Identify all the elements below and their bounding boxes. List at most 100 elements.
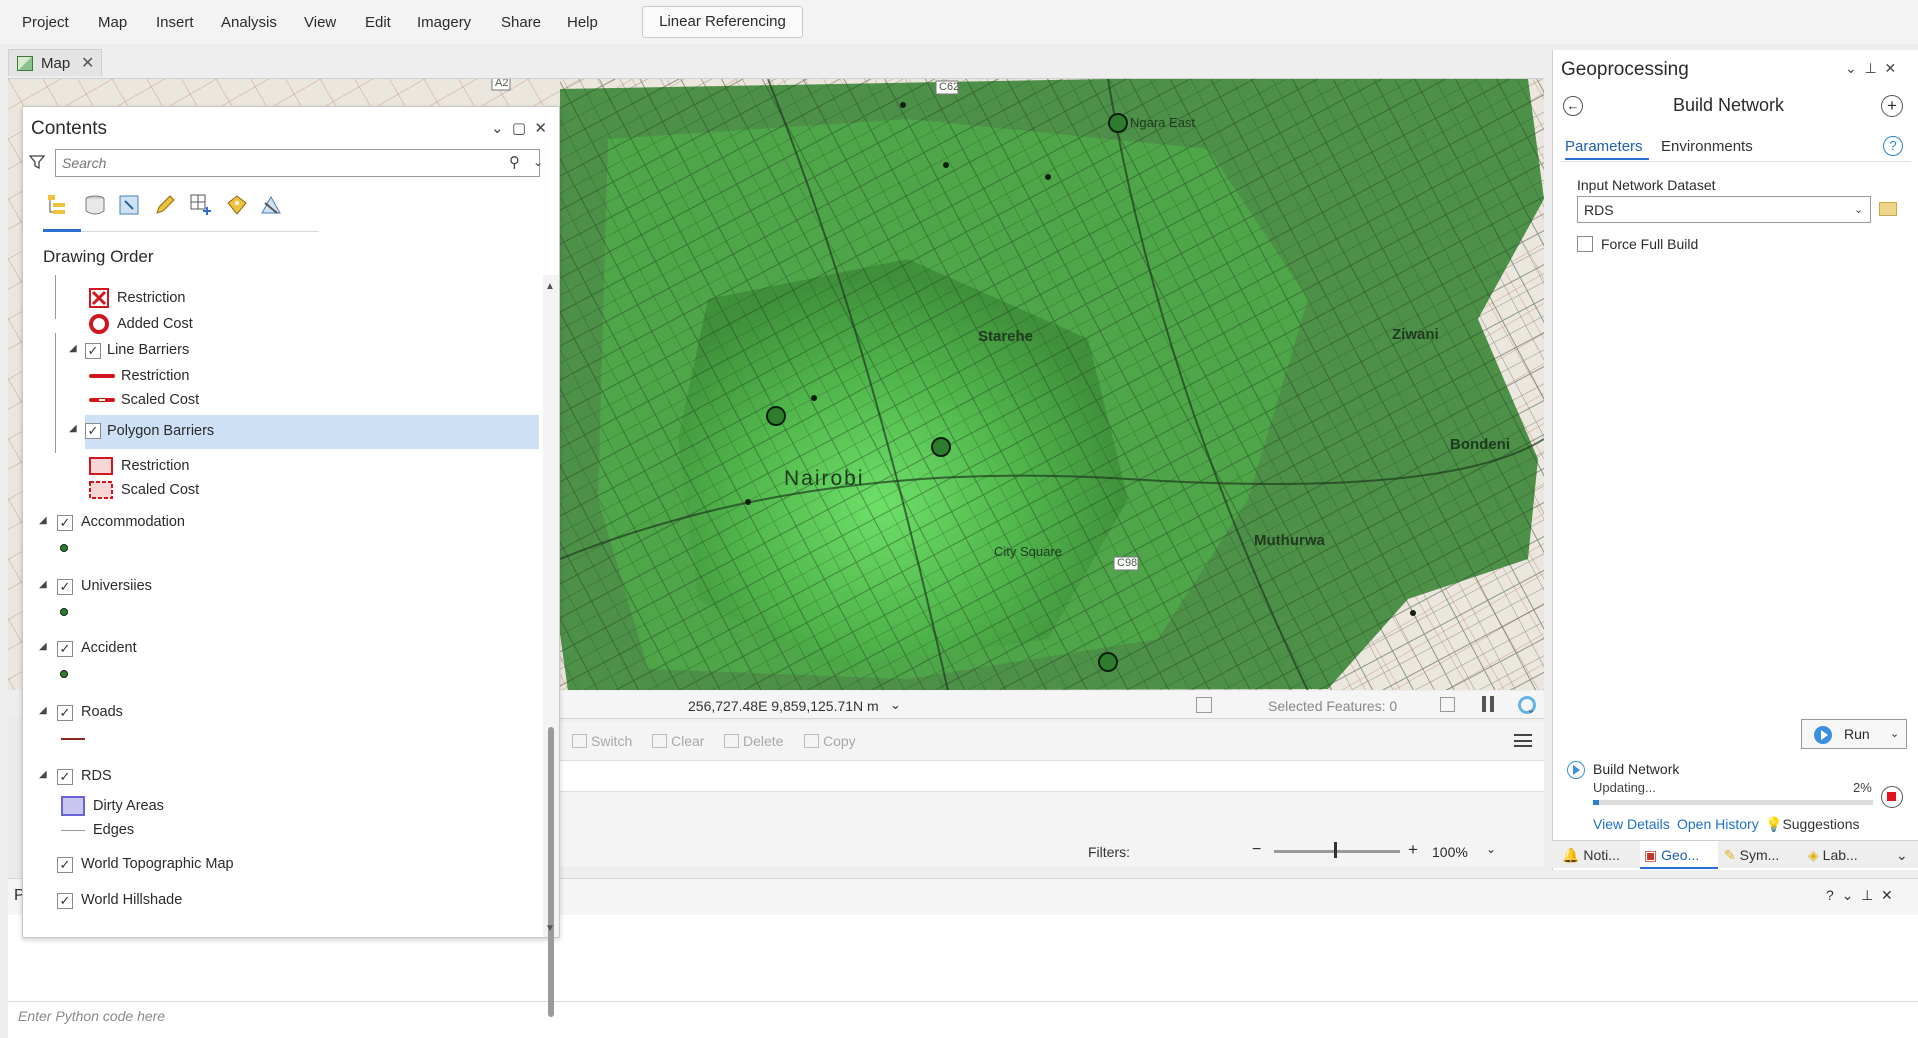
suggestions-link[interactable]: 💡Suggestions	[1765, 816, 1860, 833]
layer-item-line-scaled-cost[interactable]: Scaled Cost	[23, 389, 543, 413]
chevron-down-icon[interactable]: ⌄	[1486, 842, 1496, 856]
menu-share[interactable]: Share	[501, 14, 541, 31]
menu-analysis[interactable]: Analysis	[221, 14, 277, 31]
tab-geoprocessing[interactable]: ▣ Geo...	[1644, 847, 1699, 864]
selected-features-count[interactable]: Selected Features: 0	[1268, 698, 1397, 714]
layer-item-world-hillshade[interactable]: ✓ World Hillshade	[23, 889, 543, 913]
expand-icon[interactable]: ◢	[69, 343, 77, 354]
visibility-checkbox[interactable]: ✓	[85, 343, 101, 359]
help-icon[interactable]: ?	[1883, 136, 1903, 156]
switch-button[interactable]: Switch	[572, 733, 632, 749]
clear-button[interactable]: Clear	[652, 733, 704, 749]
browse-folder-icon[interactable]	[1879, 202, 1897, 216]
map-view-tab[interactable]: Map ✕	[8, 49, 102, 76]
tab-environments[interactable]: Environments	[1661, 138, 1753, 155]
visibility-checkbox[interactable]: ✓	[57, 641, 73, 657]
chevron-down-icon[interactable]: ⌄	[533, 155, 543, 169]
layer-item-accommodation[interactable]: ◢ ✓ Accommodation	[23, 511, 543, 535]
visibility-checkbox[interactable]: ✓	[57, 705, 73, 721]
run-button[interactable]: Run ⌄	[1801, 719, 1907, 749]
copy-button[interactable]: Copy	[804, 733, 856, 749]
linear-referencing-tab[interactable]: Linear Referencing	[642, 6, 803, 38]
select-features-icon[interactable]	[1196, 697, 1212, 713]
tab-notifications[interactable]: 🔔 Noti...	[1562, 847, 1620, 864]
menu-edit[interactable]: Edit	[365, 14, 391, 31]
layer-item-edges[interactable]: Edges	[23, 819, 543, 843]
chevron-down-icon[interactable]: ⌄	[1890, 727, 1899, 740]
layer-item-world-topographic[interactable]: ✓ World Topographic Map	[23, 853, 543, 877]
expand-icon[interactable]: ◢	[39, 641, 47, 652]
layer-item-added-cost[interactable]: Added Cost	[23, 313, 543, 337]
menu-imagery[interactable]: Imagery	[417, 14, 471, 31]
expand-icon[interactable]: ◢	[39, 769, 47, 780]
layer-item-restriction-point[interactable]: Restriction	[23, 287, 543, 311]
layer-item-roads[interactable]: ◢ ✓ Roads	[23, 701, 543, 725]
cancel-stop-icon[interactable]	[1881, 786, 1903, 808]
add-icon[interactable]: +	[1881, 95, 1903, 117]
data-source-icon[interactable]	[83, 193, 107, 217]
layer-item-polygon-scaled-cost[interactable]: Scaled Cost	[23, 479, 543, 503]
layer-item-universities[interactable]: ◢ ✓ Universiies	[23, 575, 543, 599]
menu-map[interactable]: Map	[98, 14, 127, 31]
editing-icon[interactable]	[153, 193, 177, 217]
tab-parameters[interactable]: Parameters	[1565, 138, 1643, 155]
scroll-up-icon[interactable]: ▲	[545, 281, 555, 292]
labeling-icon[interactable]	[225, 193, 249, 217]
visibility-checkbox[interactable]: ✓	[57, 857, 73, 873]
visibility-checkbox[interactable]: ✓	[57, 579, 73, 595]
tab-labeling[interactable]: ◈ Lab...	[1808, 847, 1858, 864]
zoom-value[interactable]: 100%	[1432, 844, 1468, 860]
back-arrow-icon[interactable]: ←	[1563, 96, 1583, 116]
pause-drawing-icon[interactable]	[1482, 696, 1494, 712]
contents-search-input[interactable]	[55, 149, 540, 177]
filter-icon[interactable]	[29, 154, 45, 170]
menu-insert[interactable]: Insert	[156, 14, 194, 31]
layer-item-polygon-barriers[interactable]: ◢ ✓ Polygon Barriers	[69, 415, 539, 449]
visibility-checkbox[interactable]: ✓	[57, 769, 73, 785]
layer-item-accident[interactable]: ◢ ✓ Accident	[23, 637, 543, 661]
visibility-checkbox[interactable]: ✓	[57, 515, 73, 531]
python-input[interactable]: Enter Python code here	[8, 1001, 1918, 1029]
visibility-checkbox[interactable]: ✓	[57, 893, 73, 909]
input-network-dataset-select[interactable]: RDS ⌄	[1577, 196, 1871, 223]
view-details-link[interactable]: View Details	[1593, 816, 1670, 832]
zoom-slider-track[interactable]	[1274, 850, 1400, 853]
menu-project[interactable]: Project	[22, 14, 69, 31]
attribute-table-grid[interactable]	[560, 760, 1544, 792]
layer-item-rds[interactable]: ◢ ✓ RDS	[23, 765, 543, 789]
menu-icon[interactable]	[1514, 734, 1532, 747]
search-icon[interactable]: ⚲	[509, 153, 520, 171]
chevron-down-icon[interactable]: ⌄	[1526, 702, 1536, 716]
zoom-slider-thumb[interactable]	[1334, 842, 1337, 858]
layer-item-polygon-restriction[interactable]: Restriction	[23, 455, 543, 479]
drawing-order-icon[interactable]	[45, 193, 69, 217]
selection-icon[interactable]	[117, 193, 141, 217]
layer-item-line-restriction[interactable]: Restriction	[23, 365, 543, 389]
geoprocessing-window-controls[interactable]: ⌄ ⊥ ✕	[1845, 60, 1896, 77]
contents-scrollbar-thumb[interactable]	[548, 727, 554, 1017]
expand-icon[interactable]: ◢	[39, 515, 47, 526]
expand-icon[interactable]: ◢	[39, 705, 47, 716]
delete-button[interactable]: Delete	[724, 733, 783, 749]
zoom-out-button[interactable]: −	[1252, 841, 1261, 859]
menu-view[interactable]: View	[304, 14, 336, 31]
visibility-checkbox[interactable]: ✓	[85, 423, 101, 439]
symbology-icon[interactable]	[259, 193, 283, 217]
tab-symbology[interactable]: ✎ Sym...	[1724, 847, 1779, 864]
force-full-build-checkbox[interactable]	[1577, 236, 1593, 252]
chevron-down-icon[interactable]: ⌄	[890, 697, 901, 713]
zoom-in-button[interactable]: +	[1408, 840, 1418, 860]
scroll-down-icon[interactable]: ▼	[545, 923, 555, 934]
close-icon[interactable]: ✕	[81, 53, 94, 73]
contents-window-controls[interactable]: ⌄ ▢ ✕	[491, 119, 547, 137]
layer-item-line-barriers[interactable]: ◢ ✓ Line Barriers	[23, 339, 543, 363]
chevron-down-icon[interactable]: ⌄	[1896, 847, 1908, 864]
python-window-controls[interactable]: ? ⌄ ⊥ ✕	[1826, 887, 1893, 904]
layer-item-dirty-areas[interactable]: Dirty Areas	[23, 795, 543, 819]
expand-icon[interactable]: ◢	[39, 579, 47, 590]
expand-icon[interactable]: ◢	[69, 423, 77, 434]
snapping-icon[interactable]	[189, 193, 213, 217]
clear-selection-icon[interactable]	[1440, 697, 1455, 712]
menu-help[interactable]: Help	[567, 14, 598, 31]
open-history-link[interactable]: Open History	[1677, 816, 1759, 832]
